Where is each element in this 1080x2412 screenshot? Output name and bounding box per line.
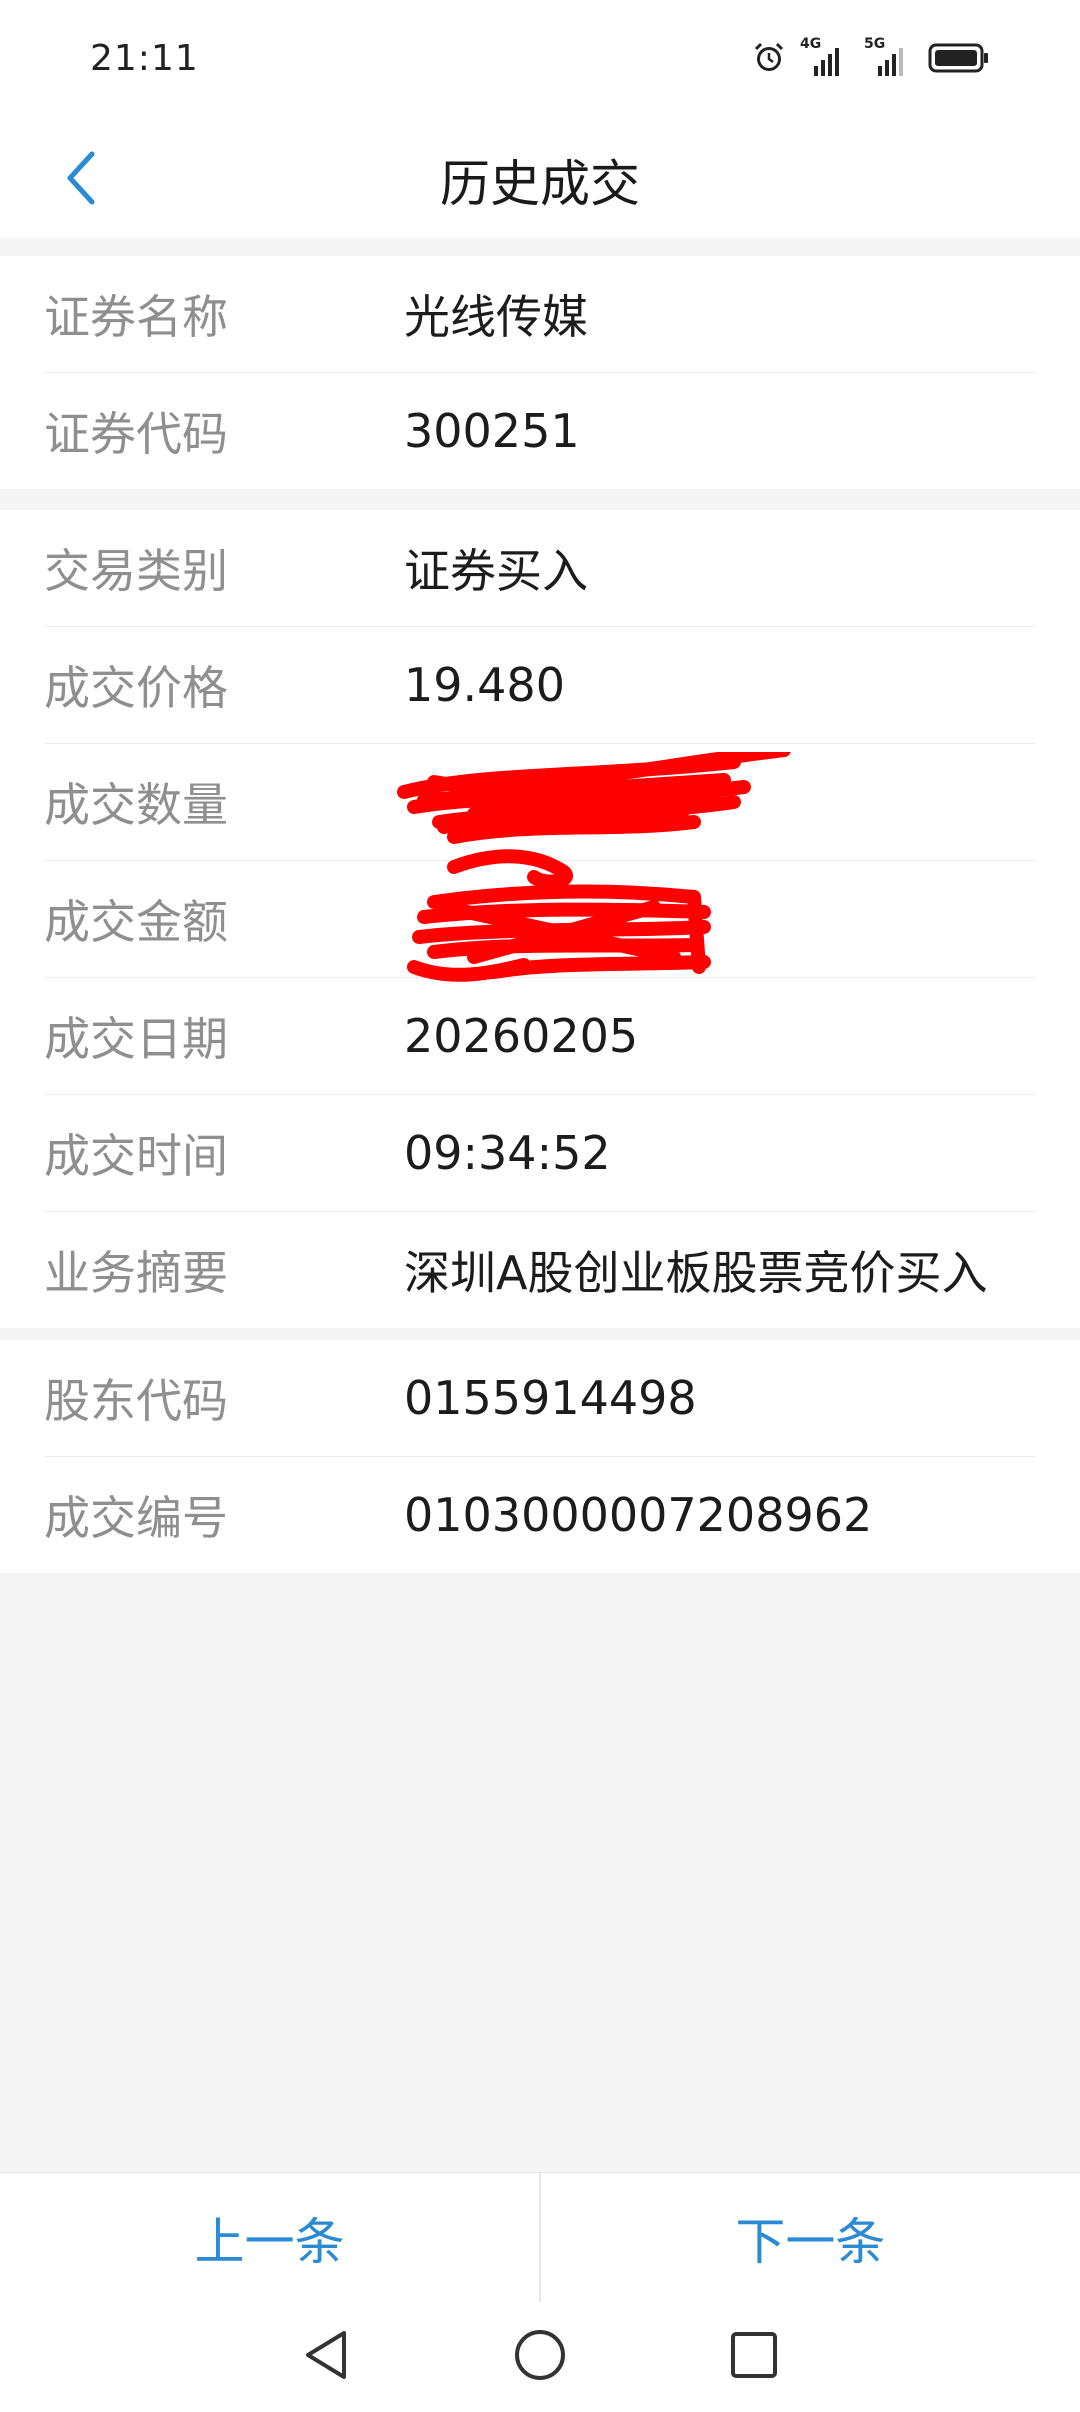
row-value: 19.480	[404, 658, 565, 712]
signal-5g-icon: 5G	[864, 36, 914, 78]
row-value: 证券买入	[404, 544, 588, 598]
triangle-back-icon	[300, 2327, 352, 2387]
row-value: 深圳A股创业板股票竞价买入	[404, 1246, 988, 1300]
row-label: 交易类别	[44, 544, 228, 598]
row-label: 股东代码	[44, 1374, 228, 1428]
row-label: 成交数量	[44, 778, 228, 832]
square-recents-icon	[728, 2329, 780, 2385]
status-bar: 21:11 4G 5G	[0, 0, 1080, 120]
system-nav-bar	[0, 2302, 1080, 2412]
signal-5g-label: 5G	[864, 36, 886, 52]
row-trade-date: 成交日期 20260205	[44, 978, 1036, 1095]
row-label: 业务摘要	[44, 1246, 228, 1300]
row-label: 成交时间	[44, 1129, 228, 1183]
row-trade-amount: 成交金额	[44, 849, 1036, 982]
row-value: 0155914498	[404, 1371, 697, 1425]
header: 历史成交	[0, 120, 1080, 238]
account-section: 股东代码 0155914498 成交编号 0103000007208962	[0, 1340, 1080, 1573]
row-value: 09:34:52	[404, 1126, 611, 1180]
status-time: 21:11	[90, 38, 199, 79]
row-label: 证券代码	[44, 407, 228, 461]
circle-home-icon	[512, 2327, 568, 2387]
row-trade-quantity: 成交数量	[44, 743, 1036, 861]
row-security-name: 证券名称 光线传媒	[44, 256, 1036, 373]
history-trade-detail-screen: 21:11 4G 5G 历史成交 证券名称 光线传媒 证券代码 300251 交…	[0, 0, 1080, 2412]
row-security-code: 证券代码 300251	[44, 373, 1036, 489]
row-value: 300251	[404, 404, 580, 458]
nav-recents-button[interactable]	[722, 2325, 786, 2389]
row-label: 证券名称	[44, 290, 228, 344]
prev-record-button[interactable]: 上一条	[0, 2173, 539, 2303]
signal-4g-label: 4G	[800, 36, 822, 52]
nav-home-button[interactable]	[508, 2325, 572, 2389]
alarm-icon	[752, 41, 786, 79]
row-label: 成交编号	[44, 1491, 228, 1545]
status-icons: 4G 5G	[752, 36, 990, 80]
nav-back-button[interactable]	[294, 2325, 358, 2389]
row-label: 成交价格	[44, 661, 228, 715]
row-trade-time: 成交时间 09:34:52	[44, 1095, 1036, 1212]
row-shareholder-code: 股东代码 0155914498	[44, 1340, 1036, 1457]
next-record-button[interactable]: 下一条	[541, 2173, 1080, 2303]
trade-section: 交易类别 证券买入 成交价格 19.480 成交数量 成交金额 成交日期 202…	[0, 510, 1080, 1328]
row-label: 成交金额	[44, 895, 228, 949]
page-title: 历史成交	[440, 155, 640, 213]
security-section: 证券名称 光线传媒 证券代码 300251	[0, 256, 1080, 489]
signal-4g-icon: 4G	[800, 36, 850, 78]
row-trade-number: 成交编号 0103000007208962	[44, 1457, 1036, 1573]
row-value: 光线传媒	[404, 290, 588, 344]
row-value: 0103000007208962	[404, 1488, 873, 1542]
bottom-bar: 上一条 下一条	[0, 2172, 1080, 2303]
row-label: 成交日期	[44, 1012, 228, 1066]
row-trade-type: 交易类别 证券买入	[44, 510, 1036, 627]
battery-icon	[928, 42, 990, 78]
row-trade-price: 成交价格 19.480	[44, 627, 1036, 744]
row-business-summary: 业务摘要 深圳A股创业板股票竞价买入	[44, 1212, 1036, 1328]
row-value: 20260205	[404, 1009, 639, 1063]
